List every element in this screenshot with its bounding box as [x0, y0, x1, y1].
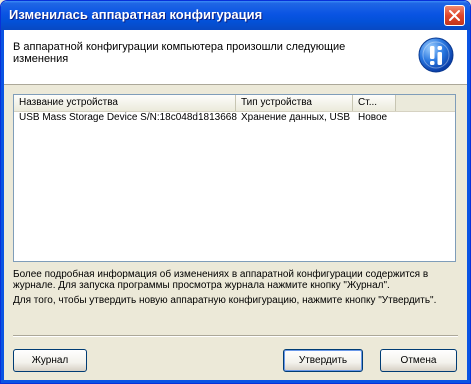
description-approve: Для того, чтобы утвердить новую аппаратн… — [13, 295, 437, 306]
title-bar[interactable]: Изменилась аппаратная конфигурация — [1, 1, 470, 30]
window-title: Изменилась аппаратная конфигурация — [9, 7, 263, 22]
journal-button[interactable]: Журнал — [13, 349, 87, 372]
list-header: Название устройства Тип устройства Ст... — [14, 95, 455, 112]
separator — [13, 335, 458, 337]
window-border-right — [467, 30, 470, 383]
close-button[interactable] — [444, 5, 465, 26]
list-item[interactable]: USB Mass Storage Device S/N:18c048d18136… — [14, 111, 455, 125]
device-status: Новое — [358, 112, 388, 123]
description: Более подробная информация об изменениях… — [13, 269, 458, 310]
info-exclamation-icon — [418, 37, 454, 73]
column-header-type[interactable]: Тип устройства — [236, 95, 353, 111]
device-list[interactable]: Название устройства Тип устройства Ст...… — [13, 94, 456, 262]
close-icon — [449, 10, 460, 21]
approve-button[interactable]: Утвердить — [283, 349, 363, 372]
device-type: Хранение данных, USB — [241, 112, 351, 123]
description-journal: Более подробная информация об изменениях… — [13, 269, 429, 291]
header-panel: В аппаратной конфигурации компьютера про… — [4, 30, 467, 85]
column-header-status[interactable]: Ст... — [353, 95, 396, 111]
device-name: USB Mass Storage Device S/N:18c048d18136… — [19, 112, 237, 123]
cancel-button[interactable]: Отмена — [380, 349, 457, 372]
header-message: В аппаратной конфигурации компьютера про… — [13, 41, 346, 65]
dialog-window: Изменилась аппаратная конфигурация В апп… — [0, 0, 471, 384]
column-header-name[interactable]: Название устройства — [14, 95, 236, 111]
window-border-bottom — [1, 380, 470, 383]
